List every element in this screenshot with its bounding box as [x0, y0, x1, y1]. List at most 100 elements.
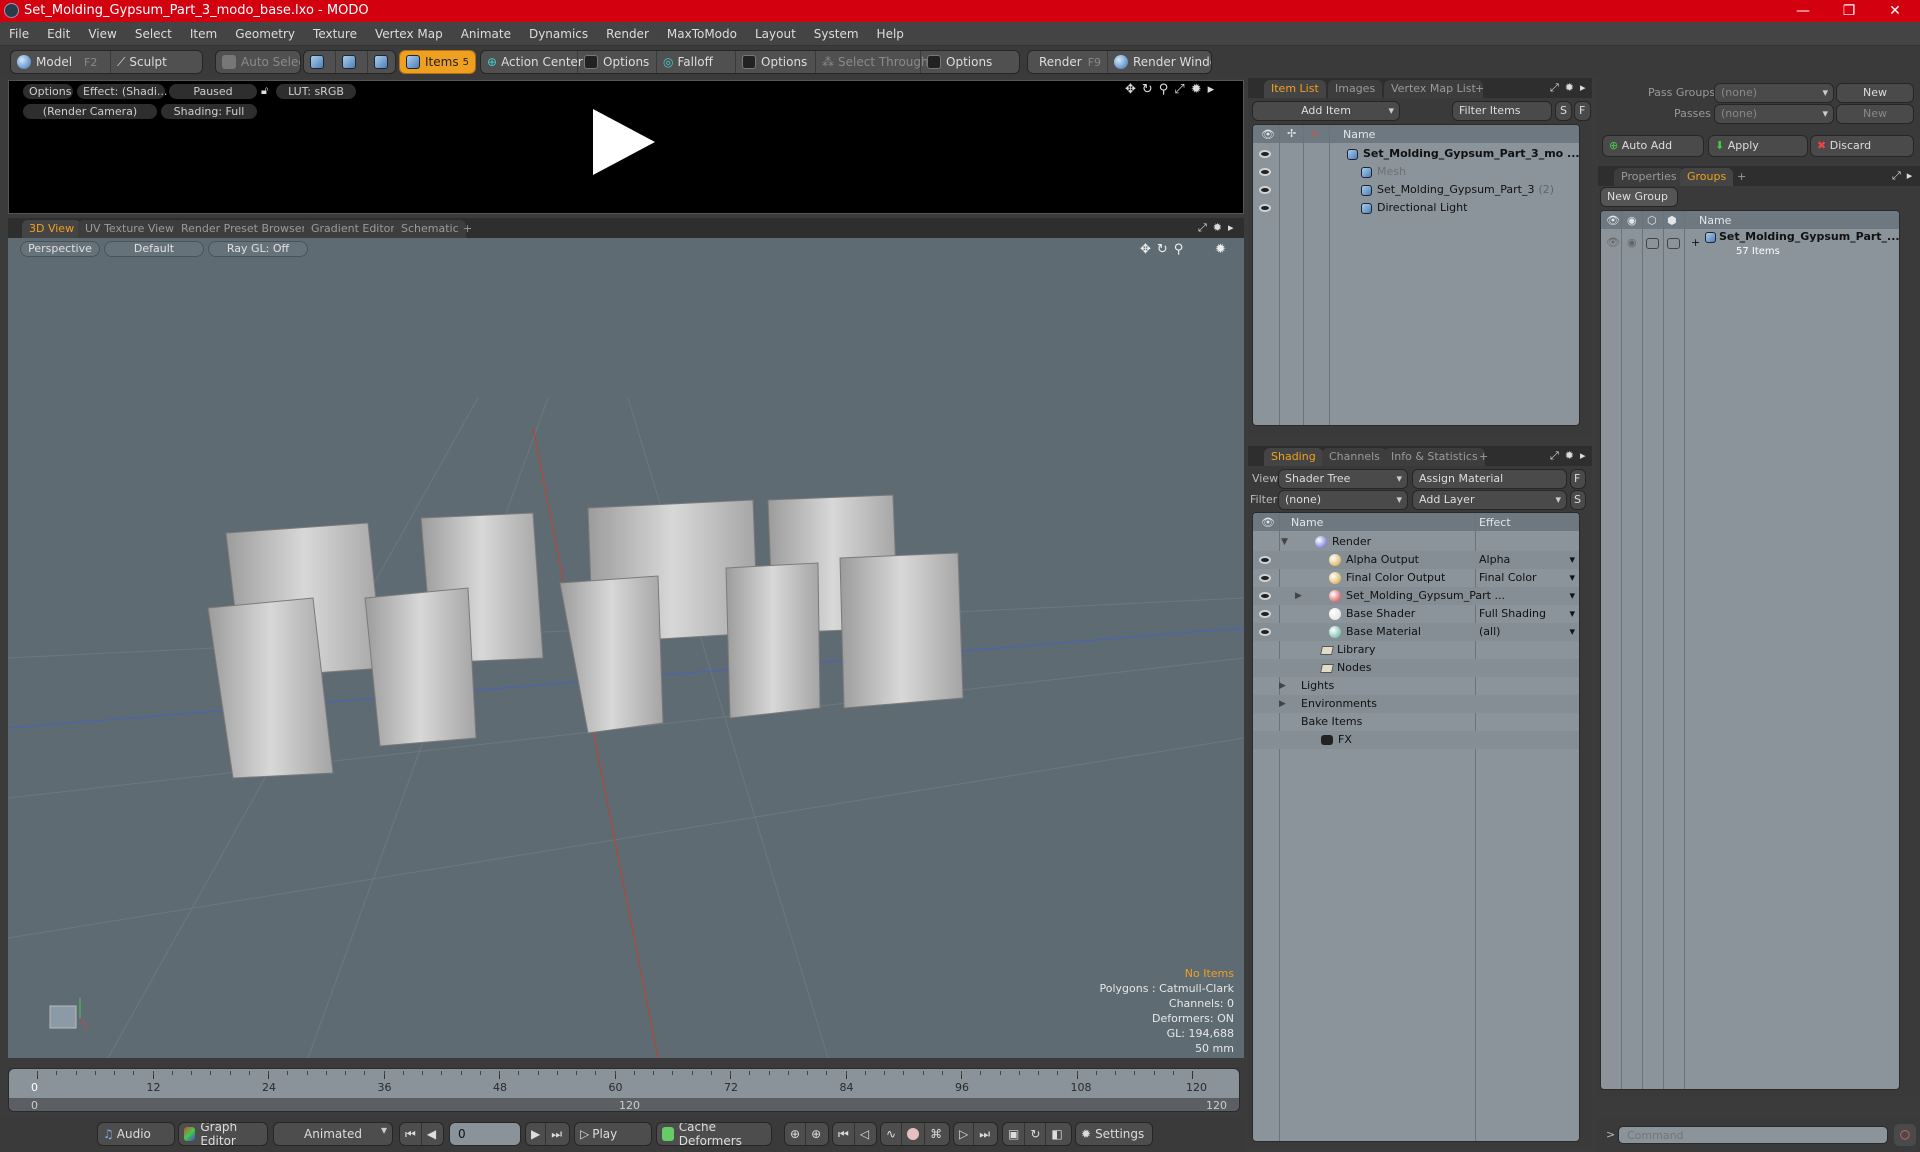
play-button[interactable]: ▷ Play: [574, 1122, 652, 1146]
tab-info-statistics[interactable]: Info & Statistics: [1384, 448, 1485, 466]
menu-texture[interactable]: Texture: [304, 22, 366, 46]
timeline[interactable]: 0 12 24 36 48 60 72 84 96 108 120 0 120 120: [8, 1068, 1240, 1112]
shader-row[interactable]: FX: [1253, 731, 1579, 749]
select-through-button[interactable]: ⁂ Select Through: [816, 51, 929, 73]
apply-button[interactable]: ⬇ Apply: [1708, 135, 1808, 157]
render-window-button[interactable]: Render Window: [1108, 51, 1211, 73]
lock-icon[interactable]: 🔓︎: [261, 84, 273, 98]
s-toggle[interactable]: S: [1570, 490, 1586, 510]
menu-system[interactable]: System: [805, 22, 868, 46]
preview-effect-dropdown[interactable]: Effect: (Shadi...: [77, 84, 167, 99]
model-mode-button[interactable]: Model F2: [11, 51, 111, 73]
shader-row[interactable]: Base Material (all) ▾: [1253, 623, 1579, 641]
command-history-button[interactable]: ○: [1894, 1124, 1916, 1146]
menu-item[interactable]: Item: [181, 22, 226, 46]
shader-row[interactable]: Base Shader Full Shading ▾: [1253, 605, 1579, 623]
vertices-mode-button[interactable]: [304, 51, 336, 73]
shader-row[interactable]: Library: [1253, 641, 1579, 659]
effect-column-header[interactable]: Effect: [1479, 516, 1511, 529]
restore-button[interactable]: ❐: [1826, 0, 1872, 22]
settings-button[interactable]: ✹ Settings: [1075, 1122, 1153, 1146]
preview-options-button[interactable]: Options: [23, 84, 73, 99]
projection-dropdown[interactable]: Perspective: [20, 241, 100, 257]
cache-deformers-button[interactable]: Cache Deformers: [656, 1122, 772, 1146]
pass-groups-dropdown[interactable]: (none): [1714, 83, 1834, 103]
key-select-button[interactable]: ◧: [1046, 1123, 1067, 1145]
menu-view[interactable]: View: [79, 22, 125, 46]
render-button[interactable]: Render F9: [1028, 51, 1108, 73]
menu-help[interactable]: Help: [868, 22, 913, 46]
visibility-toggle-icon[interactable]: [1259, 168, 1271, 176]
s-toggle[interactable]: S: [1555, 101, 1572, 121]
item-row[interactable]: Mesh: [1253, 163, 1579, 181]
visibility-toggle-icon[interactable]: [1259, 204, 1271, 212]
f-toggle[interactable]: F: [1574, 101, 1591, 121]
record-button[interactable]: [902, 1123, 926, 1145]
tab-gradient-editor[interactable]: Gradient Editor: [304, 220, 402, 238]
key-down-button[interactable]: ⊕: [806, 1123, 826, 1145]
menu-file[interactable]: File: [0, 22, 38, 46]
curve-key-button[interactable]: ∿: [881, 1123, 903, 1145]
items-mode-button[interactable]: Items 5: [399, 50, 476, 74]
preview-pause-button[interactable]: Paused: [169, 84, 257, 99]
f-toggle[interactable]: F: [1570, 469, 1586, 489]
edges-mode-button[interactable]: [336, 51, 368, 73]
lut-dropdown[interactable]: LUT: sRGB: [276, 84, 356, 99]
menu-animate[interactable]: Animate: [452, 22, 520, 46]
prev-key2-button[interactable]: ◁: [855, 1123, 874, 1145]
close-button[interactable]: ✕: [1872, 0, 1918, 22]
shader-row[interactable]: Final Color Output Final Color ▾: [1253, 569, 1579, 587]
effect-dropdown[interactable]: Alpha ▾: [1479, 551, 1579, 569]
falloff-button[interactable]: ◎ Falloff: [657, 51, 736, 73]
style-dropdown[interactable]: Default: [104, 241, 204, 257]
prev-frame-button[interactable]: ◀: [422, 1123, 441, 1145]
tab-groups[interactable]: Groups: [1680, 168, 1734, 186]
command-input[interactable]: [1618, 1126, 1888, 1144]
expand-icon[interactable]: ▶: [1279, 677, 1286, 695]
audio-button[interactable]: ♫ Audio: [97, 1122, 175, 1146]
play-preview-icon[interactable]: [593, 109, 655, 175]
panel-tab-icons[interactable]: ⤢▸: [1892, 169, 1918, 183]
visibility-toggle-icon[interactable]: [1259, 574, 1271, 582]
key-up-button[interactable]: ⊕: [785, 1123, 807, 1145]
name-column-header[interactable]: Name: [1291, 516, 1323, 529]
effect-dropdown[interactable]: Full Shading ▾: [1479, 605, 1579, 623]
shader-row[interactable]: Environments ▶: [1253, 695, 1579, 713]
expand-icon[interactable]: +: [1691, 234, 1700, 252]
tab-schematic[interactable]: Schematic: [394, 220, 466, 238]
name-column-header[interactable]: Name: [1699, 214, 1731, 227]
shader-row[interactable]: Alpha Output Alpha ▾: [1253, 551, 1579, 569]
visibility-toggle-icon[interactable]: [1259, 628, 1271, 636]
action-center-options-button[interactable]: Options: [578, 51, 657, 73]
effect-dropdown[interactable]: Final Color ▾: [1479, 569, 1579, 587]
render-toggle[interactable]: ◉: [1627, 234, 1637, 252]
visibility-toggle-icon[interactable]: [1259, 556, 1271, 564]
tab-channels[interactable]: Channels: [1322, 448, 1387, 466]
menu-layout[interactable]: Layout: [746, 22, 805, 46]
name-column-header[interactable]: Name: [1343, 128, 1375, 141]
shading-dropdown[interactable]: Shading: Full: [161, 104, 257, 119]
visibility-toggle-icon[interactable]: [1259, 610, 1271, 618]
next-key-button[interactable]: ▷: [954, 1123, 975, 1145]
new-group-button[interactable]: New Group: [1600, 187, 1678, 207]
visibility-toggle-icon[interactable]: [1259, 186, 1271, 194]
visibility-toggle-icon[interactable]: [1259, 150, 1271, 158]
visibility-toggle-icon[interactable]: [1259, 592, 1271, 600]
expand-icon[interactable]: ▶: [1295, 587, 1302, 605]
add-tab-button[interactable]: +: [1468, 80, 1491, 98]
collapse-icon[interactable]: ▼: [1281, 533, 1288, 551]
key-item-button[interactable]: ▣: [1003, 1123, 1026, 1145]
lock-toggle[interactable]: [1646, 238, 1659, 249]
tab-3d-view[interactable]: 3D View: [22, 220, 82, 238]
preview-nav-icons[interactable]: ✥↻⚲⤢✹▸: [1125, 82, 1220, 97]
passes-dropdown[interactable]: (none): [1714, 104, 1834, 124]
item-row[interactable]: Directional Light: [1253, 199, 1579, 217]
sculpt-mode-button[interactable]: ⟋ Sculpt: [111, 51, 173, 73]
last-key-button[interactable]: ⏭: [974, 1123, 995, 1145]
shader-row[interactable]: Set_Molding_Gypsum_Part ... ▾ ▶: [1253, 587, 1579, 605]
menu-dynamics[interactable]: Dynamics: [520, 22, 597, 46]
prev-key-button[interactable]: ⏮: [833, 1123, 855, 1145]
animated-dropdown[interactable]: Animated: [273, 1122, 393, 1146]
new-pass-button[interactable]: New: [1836, 104, 1914, 124]
group-row[interactable]: 👁︎ ◉ + Set_Molding_Gypsum_Part_... 57 It…: [1601, 230, 1899, 262]
